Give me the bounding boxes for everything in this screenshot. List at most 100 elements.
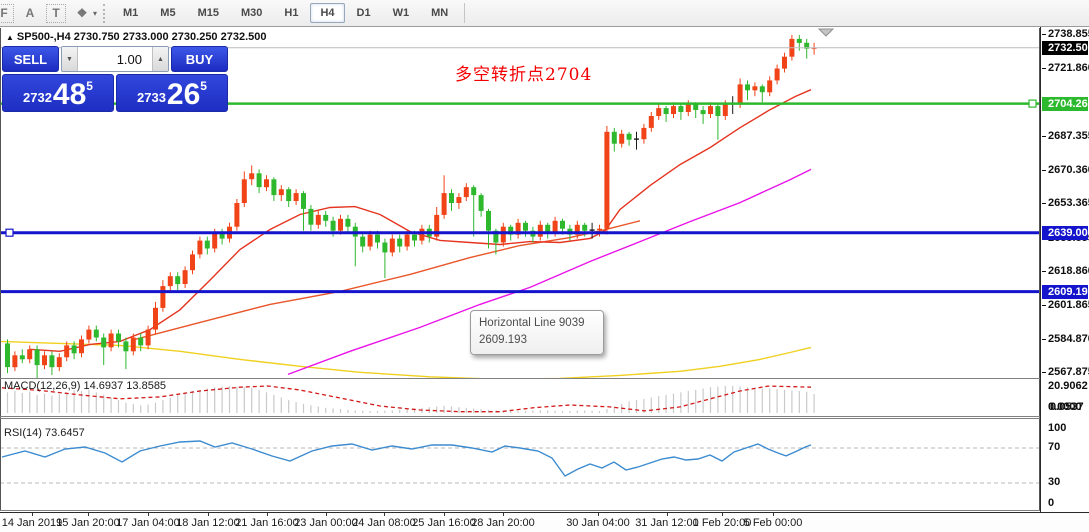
volume-down-button[interactable]: ▼ xyxy=(62,47,78,71)
timeframe-button-m1[interactable]: M1 xyxy=(113,3,148,23)
candle-body xyxy=(774,68,780,81)
timeframe-button-d1[interactable]: D1 xyxy=(347,3,381,23)
sell-price-display[interactable]: 2732 48 5 xyxy=(2,74,114,112)
chart-text-annotation[interactable]: 多空转折点2704 xyxy=(455,60,592,85)
price-tick-label: 2584.870 xyxy=(1042,333,1089,345)
candle-body xyxy=(101,337,107,348)
candle-body xyxy=(190,254,195,271)
candle-body xyxy=(130,337,136,352)
candle-body xyxy=(796,38,802,43)
time-tick-label: 30 Jan 04:00 xyxy=(566,517,630,529)
candle-body xyxy=(382,242,388,253)
candle-body xyxy=(397,238,403,247)
candle-body xyxy=(456,197,462,203)
candle-body xyxy=(648,116,654,128)
candle-body xyxy=(264,179,269,188)
volume-up-button[interactable]: ▲ xyxy=(152,47,168,71)
price-badge: 2609.193 xyxy=(1042,284,1089,299)
time-tick-label: 21 Jan 16:00 xyxy=(235,517,299,529)
candle-body xyxy=(19,355,25,360)
timeframe-button-m5[interactable]: M5 xyxy=(150,3,185,23)
price-axis[interactable]: 2738.855 2721.860 2687.355 2670.360 2653.365… xyxy=(1040,27,1089,512)
timeframe-button-m30[interactable]: M30 xyxy=(231,3,272,23)
candle-body xyxy=(537,224,543,237)
candle-body xyxy=(153,307,158,330)
timeframe-button-h1[interactable]: H1 xyxy=(274,3,308,23)
candle-body xyxy=(145,329,151,346)
chart-shift-triangle-icon[interactable] xyxy=(817,28,835,37)
candle-body xyxy=(315,214,321,225)
candle-body xyxy=(301,193,306,209)
crosshair-style-icon[interactable]: ❖ xyxy=(72,4,92,23)
buy-button[interactable]: BUY xyxy=(171,46,228,72)
rsi-label: RSI(14) 73.6457 xyxy=(4,427,85,439)
candle-body xyxy=(367,234,373,247)
volume-input[interactable]: 1.00 xyxy=(78,47,152,71)
sell-price-whole: 2732 xyxy=(23,90,52,105)
toolbar-grip[interactable] xyxy=(103,3,108,23)
rsi-pane xyxy=(0,440,1039,484)
rsi-line xyxy=(1,440,812,477)
time-axis[interactable]: 14 Jan 2019 15 Jan 20:00 17 Jan 04:00 18 Ja… xyxy=(0,512,1089,532)
line-handle[interactable] xyxy=(5,228,14,237)
candle-body xyxy=(463,187,469,198)
ma-yellow xyxy=(0,340,812,378)
text-t-icon[interactable]: T xyxy=(46,3,66,23)
time-tick-mark xyxy=(722,513,723,516)
ohlc-readout: 2730.750 2733.000 2730.250 2732.500 xyxy=(73,31,267,43)
candle-body xyxy=(597,228,602,231)
rsi-scale-label: 100 xyxy=(1048,422,1067,434)
candle-body xyxy=(160,286,166,308)
candle-body xyxy=(745,84,750,91)
candle-body xyxy=(49,355,55,368)
candle-body xyxy=(530,230,536,237)
candle-body xyxy=(12,355,18,368)
candle-body xyxy=(523,222,528,231)
time-tick-mark xyxy=(598,513,599,516)
time-tick-label: 18 Jan 12:00 xyxy=(176,517,240,529)
candle-body xyxy=(619,133,625,144)
timeframe-button-m15[interactable]: M15 xyxy=(188,3,229,23)
tooltip-object-name: Horizontal Line 9039 xyxy=(479,317,585,329)
timeframe-button-h4[interactable]: H4 xyxy=(310,3,345,23)
candle-body xyxy=(42,355,47,366)
macd-scale-max: 20.9062 xyxy=(1048,380,1088,392)
dropdown-arrow-icon[interactable]: ▾ xyxy=(93,9,97,18)
candle-body xyxy=(678,106,684,112)
candle-body xyxy=(212,232,218,249)
time-tick-label: 15 Jan 20:00 xyxy=(56,517,120,529)
grid-f-icon[interactable]: F xyxy=(0,3,14,23)
time-tick-mark xyxy=(208,513,209,516)
line-handle[interactable] xyxy=(1028,99,1037,108)
label-a-icon[interactable]: A xyxy=(20,4,40,23)
candle-body xyxy=(123,341,129,352)
candle-body xyxy=(389,238,395,253)
buy-price-whole: 2733 xyxy=(137,90,166,105)
object-tooltip: Horizontal Line 9039 2609.193 xyxy=(470,310,604,355)
time-tick-mark xyxy=(384,513,385,516)
candle-body xyxy=(286,189,292,202)
candle-body xyxy=(767,80,773,93)
volume-control: ▼ 1.00 ▲ xyxy=(61,46,169,72)
candle-body xyxy=(79,339,84,354)
time-tick-mark xyxy=(773,513,774,516)
toolbar-separator xyxy=(464,3,466,23)
timeframe-button-mn[interactable]: MN xyxy=(421,3,458,23)
price-badge: 2639.000 xyxy=(1042,225,1089,240)
candle-body xyxy=(93,329,99,338)
candle-body xyxy=(27,349,33,360)
price-tick-label: 2721.860 xyxy=(1042,62,1089,74)
ma-red xyxy=(29,89,812,353)
candle-body xyxy=(256,173,262,188)
price-tick-label: 2601.865 xyxy=(1042,299,1089,311)
time-tick-mark xyxy=(667,513,668,516)
candle-body xyxy=(375,234,380,243)
buy-price-display[interactable]: 2733 26 5 xyxy=(116,74,228,112)
chart-area[interactable]: ▲ SP500-,H4 2730.750 2733.000 2730.250 27… xyxy=(0,27,1089,532)
sell-button[interactable]: SELL xyxy=(2,46,59,72)
collapse-triangle-icon[interactable]: ▲ xyxy=(6,33,14,42)
tooltip-object-value: 2609.193 xyxy=(479,334,527,347)
price-badge: 2732.500 xyxy=(1042,40,1089,55)
candle-body xyxy=(219,232,225,239)
timeframe-button-w1[interactable]: W1 xyxy=(383,3,420,23)
